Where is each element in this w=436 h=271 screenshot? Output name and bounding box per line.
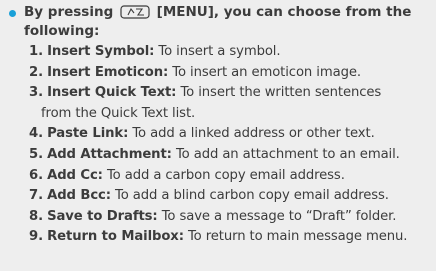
list-item: 1. Insert Symbol: To insert a symbol. [29, 42, 434, 63]
item-number: 7. [29, 188, 43, 204]
item-number: 3. [29, 85, 43, 101]
item-term: Add Cc: [47, 167, 103, 183]
item-description: To return to main message menu. [187, 229, 408, 245]
item-number: 4. [29, 126, 43, 142]
item-term: Insert Emoticon: [47, 64, 169, 80]
list-item: 4. Paste Link: To add a linked address o… [29, 124, 434, 145]
item-number: 8. [29, 208, 43, 224]
item-description-continued: from the Quick Text list. [41, 105, 196, 121]
item-term: Insert Quick Text: [47, 85, 177, 101]
list-item: 9. Return to Mailbox: To return to main … [29, 227, 434, 248]
item-description: To add a blind carbon copy email address… [115, 188, 389, 204]
item-description: To save a message to “Draft” folder. [161, 208, 397, 224]
item-description: To add a linked address or other text. [132, 126, 375, 142]
item-number: 9. [29, 229, 43, 245]
item-term: Add Attachment: [47, 146, 172, 162]
item-term: Add Bcc: [47, 188, 111, 204]
menu-options-panel: By pressing [MENU], you can choose from … [0, 0, 436, 271]
list-item: 6. Add Cc: To add a carbon copy email ad… [29, 166, 434, 187]
item-term: Paste Link: [47, 126, 129, 142]
item-description: To add a carbon copy email address. [106, 167, 345, 183]
list-item: 7. Add Bcc: To add a blind carbon copy e… [29, 186, 434, 207]
options-list: 1. Insert Symbol: To insert a symbol. 2.… [29, 42, 434, 248]
list-item: 5. Add Attachment: To add an attachment … [29, 145, 434, 166]
item-description: To insert a symbol. [158, 44, 281, 59]
list-item: 3. Insert Quick Text: To insert the writ… [29, 83, 434, 124]
item-number: 5. [29, 146, 43, 162]
intro-line1: By pressing [24, 4, 114, 20]
bullet-dot [9, 10, 16, 17]
intro-line2: following: [24, 23, 100, 39]
item-description: To insert the written sentences [180, 85, 382, 101]
item-number: 2. [29, 64, 43, 80]
item-term: Save to Drafts: [47, 208, 158, 224]
item-term: Insert Symbol: [47, 44, 155, 59]
item-number: 6. [29, 167, 43, 183]
menu-key-icon [120, 5, 150, 19]
item-description: To add an attachment to an email. [175, 146, 400, 162]
intro-text: By pressing [MENU], you can choose from … [24, 3, 429, 41]
item-number: 1. [29, 44, 43, 59]
list-item: 2. Insert Emoticon: To insert an emotico… [29, 63, 434, 84]
list-item: 8. Save to Drafts: To save a message to … [29, 207, 434, 228]
intro-menu-key-text: [MENU], you can choose from the [156, 4, 412, 20]
item-term: Return to Mailbox: [47, 229, 184, 245]
item-description: To insert an emoticon image. [172, 64, 361, 80]
